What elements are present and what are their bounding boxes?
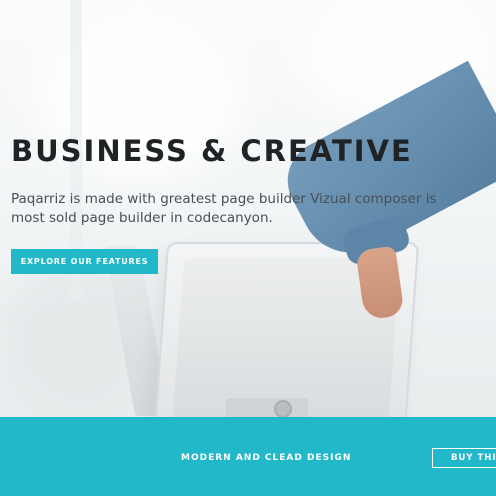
buy-this-button[interactable]: BUY THIS	[432, 448, 496, 468]
monitor-stand	[226, 398, 308, 417]
monitor-knob	[274, 400, 292, 417]
hero-subtext: Paqarriz is made with greatest page buil…	[11, 191, 437, 226]
footer-tagline: MODERN AND CLEAD DESIGN	[181, 453, 352, 463]
hero-headline: BUSINESS & CREATIVE	[11, 134, 413, 168]
explore-features-button[interactable]: EXPLORE OUR FEATURES	[11, 249, 158, 274]
hero-section: BUSINESS & CREATIVE Paqarriz is made wit…	[0, 0, 496, 417]
